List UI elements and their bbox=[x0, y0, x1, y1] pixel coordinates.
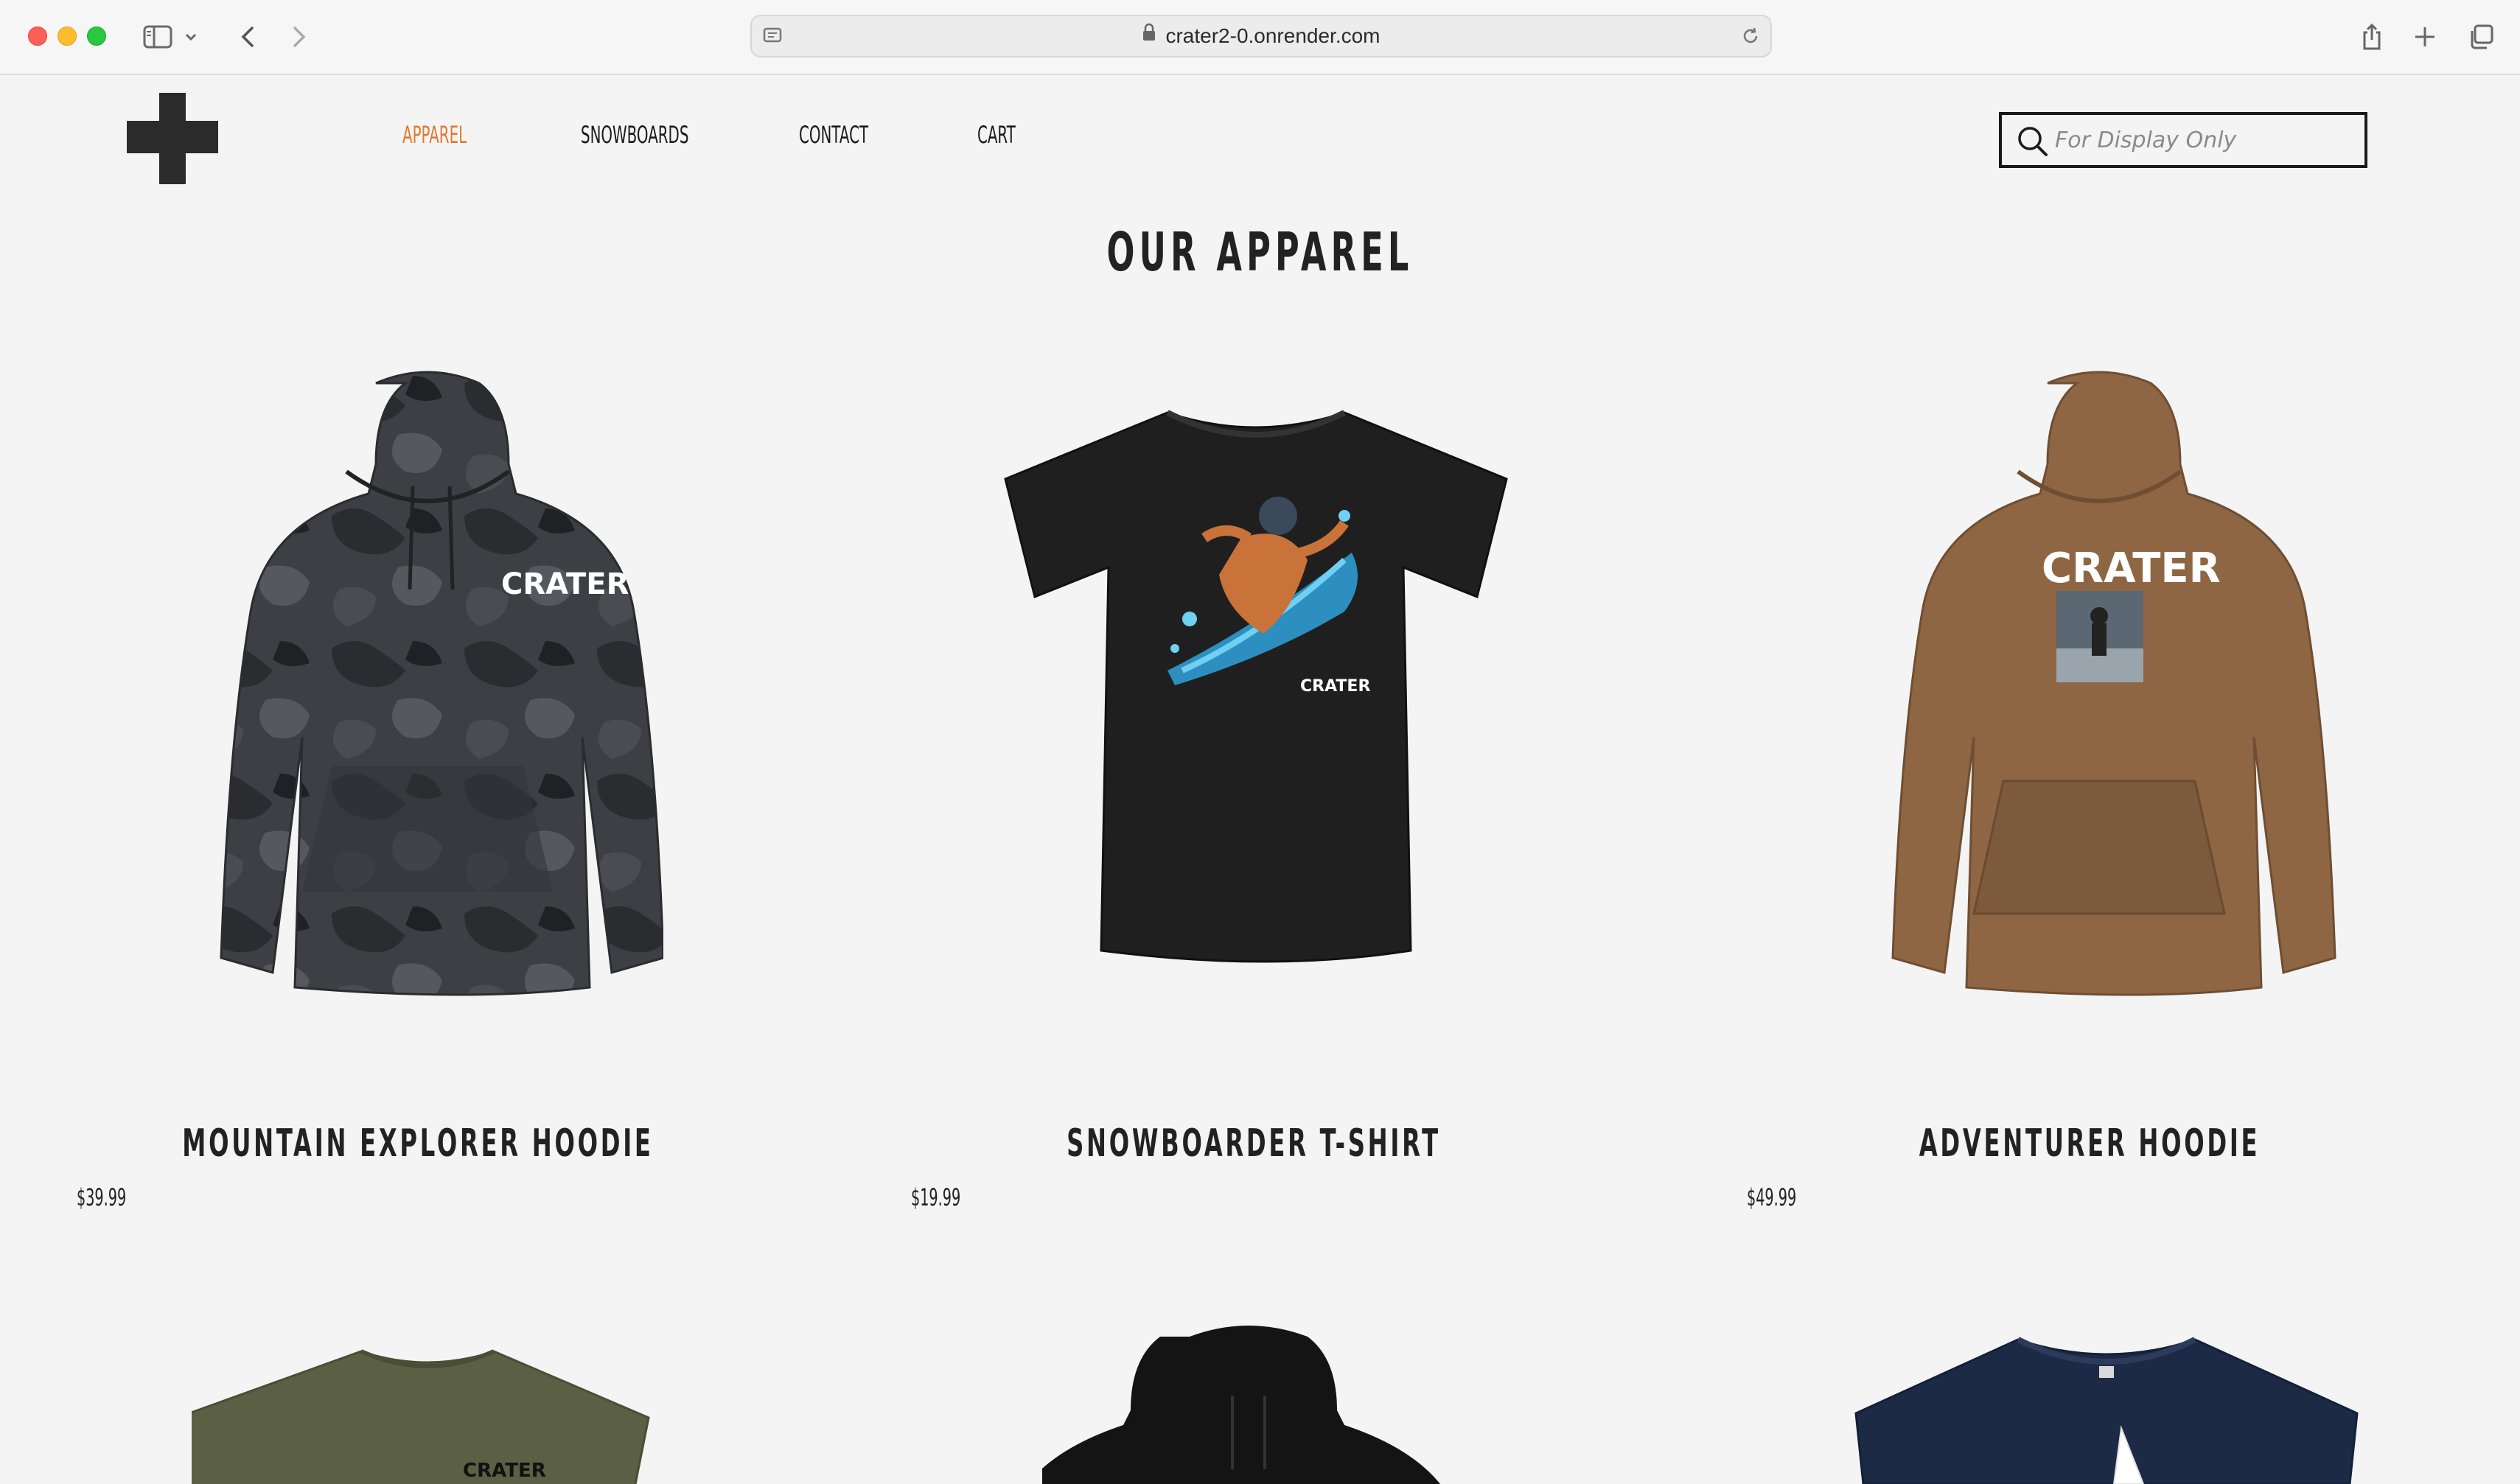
nav-item-cart[interactable]: CART bbox=[977, 121, 1016, 149]
crater-logo[interactable] bbox=[127, 93, 218, 184]
new-tab-icon[interactable] bbox=[2406, 18, 2444, 56]
address-bar[interactable]: crater2-0.onrender.com bbox=[750, 15, 1772, 57]
search-icon bbox=[2017, 125, 2049, 161]
browser-toolbar: crater2-0.onrender.com bbox=[0, 0, 2520, 75]
crater-graphic-text: CRATER bbox=[463, 1460, 546, 1482]
tab-overview-icon[interactable] bbox=[2462, 18, 2500, 56]
product-card[interactable]: CRATER SNOWBOARDER T-SHIRT $19.99 bbox=[836, 368, 1672, 1211]
product-price: $49.99 bbox=[1747, 1183, 1797, 1211]
search-input[interactable] bbox=[2055, 122, 2350, 158]
product-image[interactable]: CRATER bbox=[192, 1344, 663, 1484]
search-box bbox=[1999, 112, 2367, 168]
nav-item-contact[interactable]: CONTACT bbox=[799, 121, 868, 149]
product-image[interactable] bbox=[1849, 1332, 2364, 1484]
back-arrow-icon[interactable] bbox=[228, 18, 267, 56]
close-window-button[interactable] bbox=[28, 27, 47, 46]
product-name[interactable]: ADVENTURER HOODIE bbox=[1830, 1121, 2348, 1166]
nav-item-apparel[interactable]: APPAREL bbox=[402, 121, 467, 149]
product-image[interactable]: CRATER bbox=[991, 405, 1521, 995]
product-card[interactable]: CRATER MOUNTAIN EXPLORER HOODIE $39.99 bbox=[0, 368, 836, 1211]
minimize-window-button[interactable] bbox=[57, 27, 77, 46]
product-card[interactable] bbox=[836, 1322, 1672, 1484]
product-name[interactable]: SNOWBOARDER T-SHIRT bbox=[994, 1121, 1512, 1166]
product-image[interactable]: CRATER bbox=[1849, 368, 2350, 1017]
reload-icon[interactable] bbox=[1739, 25, 1762, 50]
crater-graphic-text: CRATER bbox=[1300, 677, 1370, 696]
product-name[interactable]: MOUNTAIN EXPLORER HOODIE bbox=[158, 1121, 677, 1166]
page-title: OUR APPAREL bbox=[1106, 221, 1414, 283]
product-price: $19.99 bbox=[911, 1183, 961, 1211]
nav-item-snowboards[interactable]: SNOWBOARDS bbox=[581, 121, 688, 149]
product-image[interactable] bbox=[1042, 1322, 1484, 1484]
product-price: $39.99 bbox=[77, 1183, 127, 1211]
zoom-window-button[interactable] bbox=[87, 27, 106, 46]
sidebar-toggle-icon[interactable] bbox=[139, 18, 177, 56]
crater-graphic-text: CRATER bbox=[2042, 545, 2221, 592]
product-card[interactable] bbox=[1672, 1332, 2507, 1484]
share-icon[interactable] bbox=[2353, 18, 2391, 56]
url-text: crater2-0.onrender.com bbox=[752, 16, 1770, 56]
product-card[interactable]: CRATER bbox=[0, 1344, 836, 1484]
forward-arrow-icon[interactable] bbox=[280, 18, 318, 56]
lock-icon bbox=[1142, 15, 1156, 55]
chevron-down-icon[interactable] bbox=[180, 18, 202, 56]
crater-graphic-text: CRATER bbox=[501, 567, 629, 601]
store-page: APPAREL SNOWBOARDS CONTACT CART OUR APPA… bbox=[0, 77, 2520, 1484]
product-card[interactable]: CRATER ADVENTURER HOODIE $49.99 bbox=[1672, 368, 2507, 1211]
product-image[interactable]: CRATER bbox=[192, 368, 663, 1017]
